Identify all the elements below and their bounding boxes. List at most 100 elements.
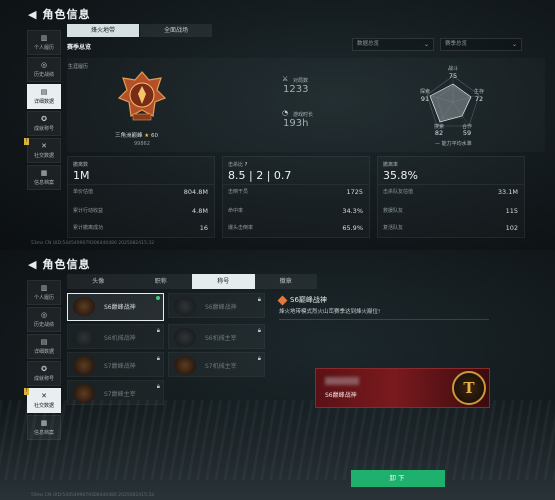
tab-warfare[interactable]: 全面战场 [140,24,212,37]
card-row: 累计撤离成功 16 [73,224,208,232]
sidebar-item-label: 社交数据 [33,153,54,159]
unequip-button[interactable]: 卸下 [351,470,445,487]
rank-medal-icon [117,71,167,121]
title-item[interactable]: S6巅峰战神 [67,293,164,321]
sidebar: ▥ 个人履历 ◎ 历史战绩 ▤ 详细数据 ✪ 成就称号 ! ✕ 社交数据 ▦ 信息档案 [24,30,61,190]
title-grid: S6巅峰战神 S6巅峰战神 🔒︎ S6机械战神 🔒︎ S6机械主宰 🔒︎ S7巅峰战神… [67,293,267,405]
title-item[interactable]: S6巅峰战神 🔒︎ [168,293,265,318]
title-item[interactable]: S7机械主宰 🔒︎ [168,352,265,377]
radar-value: 91 [420,95,430,103]
row-key: 累计行动收益 [73,208,104,214]
row-value: 1725 [346,188,363,196]
tab-havoc-zone[interactable]: 烽火地带 [67,24,139,37]
stat-card-extraction-rate: 撤离率 35.8% 击杀队友估值 33.1M 救援队友 115 复活队友 102 [377,156,525,238]
radar-value: 75 [448,72,458,80]
sidebar-item-resume[interactable]: ▥ 个人履历 [27,30,61,55]
sidebar-item-social[interactable]: ! ✕ 社交数据 [24,138,61,163]
back-arrow-icon[interactable]: ◀ [28,258,36,271]
screen-achievements: ◀ 角色信息 ▥ 个人履历 ◎ 历史战绩 ▤ 详细数据 ✪ 成就称号 ! ✕ 社交数据 ▦ 信… [0,250,555,500]
page-title: 角色信息 [42,258,91,271]
medal-icon: ✪ [41,115,47,123]
screen-detailed-data: ◀ 角色信息 ▥ 个人履历 ◎ 历史战绩 ▤ 详细数据 ✪ 成就称号 ! ✕ 社交数据 ▦ 信… [0,0,555,250]
customization-tabs: 头像 职称 称号 徽章 [67,274,317,289]
row-key: 命中率 [228,208,244,214]
card-label: 击杀比 ? [228,161,247,168]
matches-label: 对局数 [293,78,309,84]
medal-score: 99862 [134,141,150,147]
stat-card-kd: 击杀比 ? 8.5 | 2 | 0.7 击倒干员 1725 命中率 34.3% 爆头… [222,156,370,238]
radar-value: 72 [474,95,484,103]
row-value: 115 [505,207,518,215]
row-key: 累计撤离成功 [73,225,104,231]
tab-titles[interactable]: 称号 [192,274,255,289]
sidebar-item-achievements[interactable]: ✪ 成就称号 [27,111,61,136]
sidebar-item-achievements[interactable]: ✪ 成就称号 [27,361,61,386]
title-item[interactable]: S6机械战神 🔒︎ [67,324,164,349]
playtime-label: 游戏时长 [293,112,314,118]
file-icon: ▦ [40,169,48,177]
footer-info: 53ms CN UID:5445499079306440480 20250824… [31,241,155,246]
row-value: 16 [199,224,208,232]
mode-dropdown[interactable]: 赛季总览 ⌄ [440,38,522,51]
detail-name: S6巅峰战神 [290,296,327,304]
title-item[interactable]: S7巅峰战神 🔒︎ [67,352,164,377]
card-label: 撤离率 [383,162,399,168]
mode-tabs: 烽火地带 全面战场 [67,24,212,37]
sidebar-item-data[interactable]: ▤ 详细数据 [27,334,61,359]
season-dropdown[interactable]: 数据总览 ⌄ [352,38,434,51]
tab-badges[interactable]: 徽章 [255,274,318,289]
equipped-indicator [156,296,160,300]
sidebar-item-label: 详细数据 [33,99,54,105]
card-value: 1M [73,169,90,182]
back-arrow-icon[interactable]: ◀ [28,8,36,21]
tab-frame[interactable]: 职称 [130,274,193,289]
card-row: 救援队友 115 [383,207,518,215]
title-item-name: S7巅峰战神 [104,363,136,370]
radar-legend: — 能力平均水准 [435,141,472,147]
sidebar-item-archive[interactable]: ▦ 信息档案 [27,165,61,190]
radar-label: 战斗 [447,66,458,72]
sidebar-item-social[interactable]: ! ✕ 社交数据 [24,388,61,413]
stat-card-extraction: 撤离数 1M 单价估值 804.8M 累计行动收益 4.8M 累计撤离成功 16 [67,156,215,238]
sidebar-item-archive[interactable]: ▦ 信息档案 [27,415,61,440]
sidebar-item-label: 个人履历 [33,295,54,301]
row-value: 804.8M [183,188,208,196]
radar-legend-text: 能力平均水准 [441,141,472,147]
radar-value: 59 [462,129,472,137]
title-emblem-icon [174,356,196,375]
sidebar-item-data[interactable]: ▤ 详细数据 [27,84,61,109]
card-value: 8.5 | 2 | 0.7 [228,169,292,182]
medal-stars: 60 [150,133,158,139]
card-row: 复活队友 102 [383,224,518,232]
row-value: 34.3% [342,207,363,215]
card-row: 累计行动收益 4.8M [73,207,208,215]
sidebar-item-label: 详细数据 [33,349,54,355]
title-item[interactable]: S6机械主宰 🔒︎ [168,324,265,349]
sidebar-item-label: 历史战绩 [33,322,54,328]
lock-icon: 🔒︎ [257,327,261,334]
sidebar-item-resume[interactable]: ▥ 个人履历 [27,280,61,305]
playtime-value: 193h [283,118,309,129]
sidebar-item-history[interactable]: ◎ 历史战绩 [27,307,61,332]
row-key: 救援队友 [383,208,404,214]
title-item[interactable]: S7巅峰主宰 🔒︎ [67,380,164,405]
target-icon: ◎ [40,61,48,69]
tab-avatar[interactable]: 头像 [67,274,130,289]
dropdown-value: 赛季总览 [445,41,468,47]
radar-label: 探索 [419,89,430,95]
chevron-down-icon: ⌄ [423,41,429,48]
row-value: 102 [505,224,518,232]
sidebar-item-label: 信息档案 [33,180,54,186]
title-bar: ◀ 角色信息 [28,6,90,22]
sidebar-item-history[interactable]: ◎ 历史战绩 [27,57,61,82]
card-row: 击杀队友估值 33.1M [383,188,518,196]
matches-value: 1233 [283,84,309,95]
row-value: 33.1M [497,188,518,196]
title-emblem-icon [73,384,95,403]
help-icon[interactable]: ? [245,162,248,168]
dropdown-value: 数据总览 [357,41,380,47]
bar-chart-icon: ▥ [40,284,48,292]
card-label-text: 击杀比 [228,162,244,168]
divider [378,184,524,185]
data-icon: ▤ [40,88,48,96]
